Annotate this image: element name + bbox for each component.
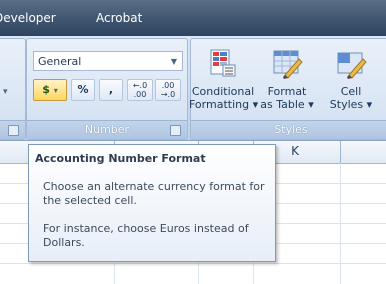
- increase-decimal-button[interactable]: ←.0 .00: [127, 79, 153, 101]
- alignment-group-partial: ▾: [0, 38, 26, 140]
- dollar-icon: $: [42, 83, 50, 96]
- number-group: General ▼ $ ▾ % , ←.0 .00 .00 →.0 Number: [26, 38, 188, 140]
- tab-developer[interactable]: Developer: [0, 11, 56, 25]
- column-gridline: [340, 163, 341, 284]
- number-format-combo[interactable]: General ▼: [33, 51, 183, 71]
- format-as-table-button[interactable]: Format as Table ▾: [259, 43, 315, 119]
- percent-icon: %: [77, 83, 89, 96]
- increase-decimal-icon: ←.0 .00: [132, 81, 148, 99]
- decrease-decimal-button[interactable]: .00 →.0: [155, 79, 181, 101]
- chevron-down-icon[interactable]: ▼: [171, 52, 177, 72]
- format-as-table-icon: [273, 50, 303, 79]
- ribbon: ▾ General ▼ $ ▾ % , ←.0 .00 .00 →.0 Numb…: [0, 36, 386, 141]
- percent-style-button[interactable]: %: [71, 79, 95, 101]
- accounting-number-format-button[interactable]: $ ▾: [33, 79, 67, 101]
- comma-style-button[interactable]: ,: [99, 79, 123, 101]
- column-separator: [340, 141, 341, 163]
- cell-styles-button[interactable]: Cell Styles ▾: [323, 43, 379, 119]
- comma-icon: ,: [108, 83, 114, 96]
- tooltip-title: Accounting Number Format: [35, 152, 206, 165]
- column-header-k[interactable]: K: [285, 144, 305, 158]
- chevron-down-icon[interactable]: ▾: [3, 87, 8, 97]
- styles-group-label: Styles: [191, 120, 386, 139]
- number-format-value: General: [38, 55, 82, 68]
- conditional-formatting-icon: [210, 49, 236, 77]
- dialog-launcher-icon[interactable]: [8, 125, 19, 136]
- styles-group: Conditional Formatting ▾ Format as Table…: [189, 38, 386, 140]
- row-gridline: [0, 263, 386, 264]
- number-group-label: Number: [27, 120, 187, 139]
- tab-acrobat[interactable]: Acrobat: [96, 11, 142, 25]
- chevron-down-icon[interactable]: ▾: [54, 86, 58, 95]
- conditional-formatting-label: Conditional Formatting ▾: [189, 85, 259, 111]
- tooltip-description: Choose an alternate currency format for …: [43, 180, 265, 207]
- ribbon-tab-bar: Developer Acrobat: [0, 0, 386, 36]
- conditional-formatting-button[interactable]: Conditional Formatting ▾: [189, 43, 258, 119]
- cell-styles-icon: [337, 52, 367, 79]
- dialog-launcher-icon[interactable]: [170, 125, 181, 136]
- tooltip-example: For instance, choose Euros instead of Do…: [43, 222, 249, 249]
- format-as-table-label: Format as Table ▾: [260, 85, 314, 111]
- cell-styles-label: Cell Styles ▾: [329, 85, 373, 111]
- decrease-decimal-icon: .00 →.0: [160, 81, 176, 99]
- accounting-format-tooltip: Accounting Number Format Choose an alter…: [28, 144, 276, 262]
